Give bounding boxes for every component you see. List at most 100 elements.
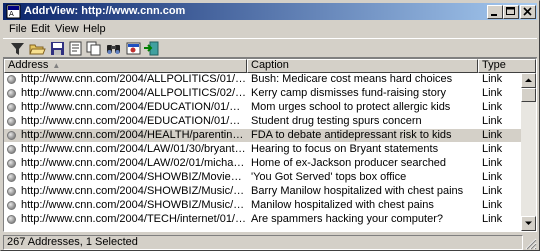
- table-row[interactable]: http://www.cnn.com/2004/LAW/02/01/michae…: [4, 157, 536, 170]
- minimize-button[interactable]: [487, 5, 503, 19]
- maximize-icon: [506, 7, 515, 15]
- app-icon: A: [6, 4, 21, 19]
- type-cell: Link: [482, 171, 503, 183]
- caption-cell: FDA to debate antidepressant risk to kid…: [251, 129, 452, 141]
- arrow-up-icon: [525, 78, 532, 82]
- column-header-type-label: Type: [482, 59, 506, 71]
- scroll-down-button[interactable]: [521, 216, 536, 231]
- menu-file[interactable]: File: [9, 23, 27, 35]
- svg-text:A: A: [9, 10, 14, 18]
- type-cell: Link: [482, 115, 503, 127]
- open-button[interactable]: [29, 40, 46, 57]
- properties-icon: [69, 41, 82, 56]
- table-row[interactable]: http://www.cnn.com/2004/EDUCATION/01/30/…: [4, 115, 536, 128]
- caption-cell: Kerry camp dismisses fund-raising story: [251, 87, 447, 99]
- table-row[interactable]: http://www.cnn.com/2004/ALLPOLITICS/02/0…: [4, 87, 536, 100]
- list-header: Address ▲ Caption Type: [4, 59, 536, 73]
- type-cell: Link: [482, 185, 503, 197]
- filter-icon: [11, 43, 24, 55]
- menu-view[interactable]: View: [55, 23, 79, 35]
- caption-cell: Student drug testing spurs concern: [251, 115, 422, 127]
- table-row[interactable]: http://www.cnn.com/2004/SHOWBIZ/Music/02…: [4, 185, 536, 198]
- link-icon: [7, 117, 16, 126]
- close-icon: [523, 7, 532, 16]
- caption-cell: Hearing to focus on Bryant statements: [251, 143, 439, 155]
- column-header-address[interactable]: Address ▲: [4, 59, 247, 73]
- find-button[interactable]: [105, 40, 122, 57]
- caption-cell: Manilow hospitalized with chest pains: [251, 199, 434, 211]
- toolbar: [3, 38, 537, 58]
- copy-button[interactable]: [85, 40, 102, 57]
- address-cell: http://www.cnn.com/2004/EDUCATION/01/30/…: [21, 101, 246, 113]
- link-icon: [7, 131, 16, 140]
- link-icon: [7, 145, 16, 154]
- table-row[interactable]: http://www.cnn.com/2004/SHOWBIZ/Movies/0…: [4, 171, 536, 184]
- status-bar: 267 Addresses, 1 Selected: [3, 234, 537, 250]
- app-window: A AddrView: http://www.cnn.com File Edit…: [0, 0, 540, 251]
- caption-cell: Barry Manilow hospitalized with chest pa…: [251, 185, 464, 197]
- link-icon: [7, 201, 16, 210]
- column-header-address-label: Address: [8, 59, 49, 71]
- address-cell: http://www.cnn.com/2004/ALLPOLITICS/02/0…: [21, 87, 246, 99]
- caption-cell: Are spammers hacking your computer?: [251, 213, 443, 225]
- table-row[interactable]: http://www.cnn.com/2004/EDUCATION/01/30/…: [4, 101, 536, 114]
- menu-help[interactable]: Help: [83, 23, 106, 35]
- window-title: AddrView: http://www.cnn.com: [24, 5, 186, 17]
- type-cell: Link: [482, 157, 503, 169]
- column-header-caption[interactable]: Caption: [247, 59, 478, 73]
- properties-button[interactable]: [67, 40, 84, 57]
- sort-ascending-icon: ▲: [52, 61, 61, 70]
- resize-grip-icon[interactable]: [524, 237, 537, 250]
- caption-cell: Home of ex-Jackson producer searched: [251, 157, 447, 169]
- link-icon: [7, 103, 16, 112]
- caption-cell: Bush: Medicare cost means hard choices: [251, 73, 453, 85]
- menu-edit[interactable]: Edit: [31, 23, 50, 35]
- vertical-scrollbar[interactable]: [521, 73, 536, 231]
- address-cell: http://www.cnn.com/2004/LAW/01/30/bryant…: [21, 143, 246, 155]
- open-folder-icon: [29, 44, 46, 55]
- address-cell: http://www.cnn.com/2004/LAW/02/01/michae…: [21, 157, 246, 169]
- type-cell: Link: [482, 213, 503, 225]
- type-cell: Link: [482, 87, 503, 99]
- scroll-thumb[interactable]: [521, 88, 536, 102]
- filter-button[interactable]: [9, 40, 26, 57]
- link-icon: [7, 173, 16, 182]
- copy-icon: [86, 41, 101, 56]
- link-icon: [7, 215, 16, 224]
- table-row[interactable]: http://www.cnn.com/2004/SHOWBIZ/Music/02…: [4, 199, 536, 212]
- column-header-type[interactable]: Type: [478, 59, 536, 73]
- table-row[interactable]: http://www.cnn.com/2004/ALLPOLITICS/01/3…: [4, 73, 536, 86]
- link-icon: [7, 89, 16, 98]
- exit-button[interactable]: [143, 40, 160, 57]
- save-icon: [51, 42, 64, 55]
- find-icon: [107, 45, 120, 54]
- status-text: 267 Addresses, 1 Selected: [3, 235, 523, 250]
- link-icon: [7, 75, 16, 84]
- table-row[interactable]: http://www.cnn.com/2004/TECH/internet/01…: [4, 213, 536, 226]
- address-cell: http://www.cnn.com/2004/EDUCATION/01/30/…: [21, 115, 246, 127]
- column-header-caption-label: Caption: [251, 59, 289, 71]
- maximize-button[interactable]: [503, 5, 519, 19]
- address-cell: http://www.cnn.com/2004/ALLPOLITICS/01/3…: [21, 73, 246, 85]
- html-report-button[interactable]: [125, 40, 142, 57]
- arrow-down-icon: [525, 221, 532, 225]
- save-button[interactable]: [49, 40, 66, 57]
- type-cell: Link: [482, 129, 503, 141]
- title-bar[interactable]: A AddrView: http://www.cnn.com: [3, 3, 537, 20]
- link-icon: [7, 159, 16, 168]
- type-cell: Link: [482, 199, 503, 211]
- close-button[interactable]: [520, 5, 536, 19]
- type-cell: Link: [482, 73, 503, 85]
- caption-cell: Mom urges school to protect allergic kid…: [251, 101, 451, 113]
- minimize-icon: [491, 14, 497, 16]
- address-list[interactable]: Address ▲ Caption Type http://www.cnn.com…: [3, 58, 537, 232]
- scroll-up-button[interactable]: [521, 73, 536, 88]
- exit-icon: [144, 41, 159, 56]
- table-row[interactable]: http://www.cnn.com/2004/LAW/01/30/bryant…: [4, 143, 536, 156]
- address-cell: http://www.cnn.com/2004/HEALTH/parenting…: [21, 129, 246, 141]
- table-row-selected[interactable]: http://www.cnn.com/2004/HEALTH/parenting…: [4, 129, 536, 142]
- address-cell: http://www.cnn.com/2004/SHOWBIZ/Music/02…: [21, 199, 246, 211]
- type-cell: Link: [482, 101, 503, 113]
- address-cell: http://www.cnn.com/2004/SHOWBIZ/Music/02…: [21, 185, 246, 197]
- address-cell: http://www.cnn.com/2004/TECH/internet/01…: [21, 213, 246, 225]
